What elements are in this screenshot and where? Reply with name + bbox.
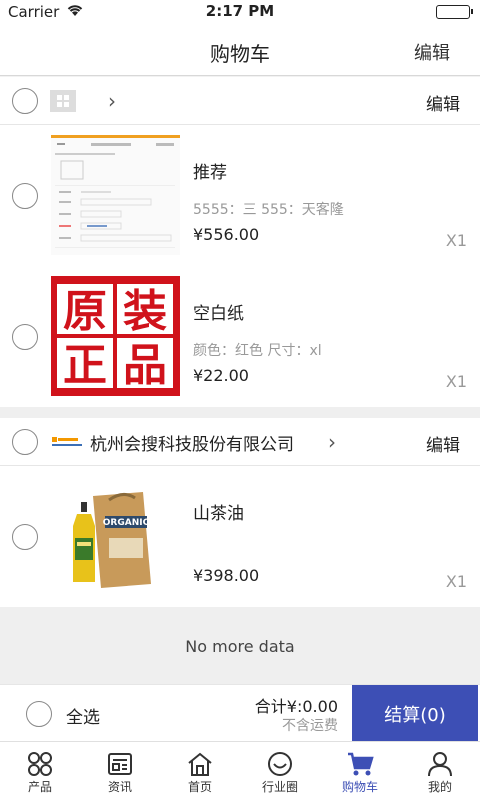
image-label: ORGANIC [103,518,150,528]
item-select-radio[interactable] [12,183,38,209]
image-char: 原 [63,286,107,337]
item-quantity: X1 [445,231,467,250]
image-char: 装 [123,286,167,337]
page-title: 购物车 [210,42,270,66]
select-all-radio[interactable] [26,701,52,727]
checkout-button[interactable]: 结算(0) [352,685,478,742]
cart-icon [320,750,400,778]
item-title[interactable]: 山茶油 [193,499,244,524]
total-amount: 合计¥:0.00 [254,697,338,716]
select-all-label[interactable]: 全选 [66,703,100,728]
checkout-bar: 全选 合计¥:0.00 不含运费 结算(0) [0,684,480,742]
item-price: ¥556.00 [193,225,260,244]
nav-edit-button[interactable]: 编辑 [414,39,450,65]
tab-label: 行业圈 [261,780,298,794]
status-bar: Carrier 2:17 PM [0,0,480,24]
tab-label: 购物车 [341,780,378,794]
tab-products[interactable]: 产品 [0,742,80,800]
shop-logo-icon [52,431,82,453]
shipping-note: 不含运费 [282,718,338,734]
item-price: ¥22.00 [193,366,249,385]
tab-bar: 产品 资讯 首页 行业圈 购物车 我的 [0,741,480,800]
user-icon [400,750,480,778]
tab-label: 产品 [27,780,52,794]
tab-cart[interactable]: 购物车 [320,742,400,800]
item-spec: 颜色：红色 尺寸：xl [193,343,322,359]
battery-icon [436,5,473,19]
chevron-right-icon[interactable]: › [108,89,116,113]
item-select-radio[interactable] [12,524,38,550]
shop-logo-placeholder-icon [50,90,76,112]
tab-news[interactable]: 资讯 [80,742,160,800]
grid-icon [0,750,80,778]
tab-industry[interactable]: 行业圈 [240,742,320,800]
item-title[interactable]: 空白纸 [193,299,244,324]
cart-item: 原 装 正 品 空白纸 颜色：红色 尺寸：xl ¥22.00 X1 [0,266,480,407]
tab-label: 我的 [427,780,452,794]
image-char: 品 [123,340,167,391]
section-divider [0,407,480,418]
item-spec: 5555：三 555：天客隆 [193,202,344,218]
smile-icon [240,750,320,778]
home-icon [160,750,240,778]
tab-label: 首页 [187,780,212,794]
tab-home[interactable]: 首页 [160,742,240,800]
shop-header: › 编辑 [0,77,480,125]
cart-item: 推荐 5555：三 555：天客隆 ¥556.00 X1 [0,125,480,266]
item-quantity: X1 [445,372,467,391]
item-select-radio[interactable] [12,324,38,350]
shop-edit-button[interactable]: 编辑 [426,431,460,456]
navigation-bar: 购物车 编辑 [0,24,480,76]
image-char: 正 [63,340,107,391]
tab-label: 资讯 [107,780,132,794]
product-thumbnail[interactable]: 原 装 正 品 [51,276,180,396]
shop-select-radio[interactable] [12,88,38,114]
shop-select-radio[interactable] [12,429,38,455]
status-time: 2:17 PM [205,2,275,20]
cart-list: › 编辑 推荐 5555：三 555：天客隆 ¥556.00 X1 原 装 正 … [0,77,480,684]
item-quantity: X1 [445,572,467,591]
item-title[interactable]: 推荐 [193,158,227,183]
product-thumbnail[interactable]: ORGANIC [51,476,180,596]
shop-name[interactable]: 杭州会搜科技股份有限公司 [90,430,294,455]
cart-item: ORGANIC 山茶油 ¥398.00 X1 [0,466,480,607]
chevron-right-icon[interactable]: › [328,430,336,454]
item-price: ¥398.00 [193,566,260,585]
no-more-data-label: No more data [0,607,480,684]
tab-mine[interactable]: 我的 [400,742,480,800]
product-thumbnail[interactable] [51,135,180,255]
shop-edit-button[interactable]: 编辑 [426,90,460,115]
shop-header: 杭州会搜科技股份有限公司 › 编辑 [0,418,480,466]
news-icon [80,750,160,778]
